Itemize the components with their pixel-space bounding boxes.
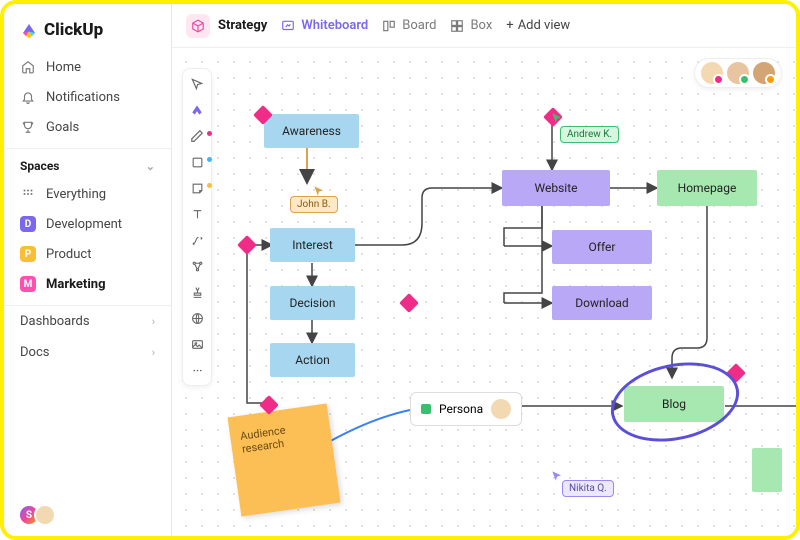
node-interest[interactable]: Interest [270,228,355,262]
user-tag-nikita: Nikita Q. [562,480,614,497]
web-tool[interactable] [188,309,206,327]
whiteboard-canvas[interactable]: .av:nth-child(1)::after{background:#ef2d… [172,48,796,536]
nav-goals[interactable]: Goals [4,112,171,142]
connector-handle[interactable] [399,293,419,313]
topbar: Strategy Whiteboard Board Box + Add view [172,4,796,48]
node-partial[interactable] [752,448,782,492]
node-website[interactable]: Website [502,170,610,206]
sticky-color-dot [207,183,212,188]
section-dashboards-label: Dashboards [20,314,90,329]
view-board[interactable]: Board [382,18,436,33]
clickup-tool[interactable] [188,101,206,119]
space-everything[interactable]: Everything [4,179,171,209]
node-action[interactable]: Action [270,343,355,377]
section-dashboards[interactable]: Dashboards › [4,305,171,337]
pen-color-dot [207,131,212,136]
nav-goals-label: Goals [46,120,79,135]
logo[interactable]: ClickUp [4,16,171,52]
section-docs[interactable]: Docs › [4,337,171,368]
presence-stack[interactable]: S [18,504,56,526]
node-decision[interactable]: Decision [270,286,355,320]
more-tool[interactable] [188,361,206,379]
plus-icon: + [506,18,513,33]
spaces-header[interactable]: Spaces ⌄ [4,148,171,179]
breadcrumb-label: Strategy [218,18,267,33]
space-development-badge: D [20,216,36,232]
section-docs-label: Docs [20,345,49,360]
add-view-label: Add view [518,18,571,33]
cube-icon [186,14,210,38]
nav-notifications-label: Notifications [46,90,120,105]
nav-notifications[interactable]: Notifications [4,82,171,112]
space-marketing-badge: M [20,276,36,292]
connector-tool[interactable] [188,231,206,249]
cursor-nikita [550,468,562,480]
view-box-label: Box [470,18,492,33]
persona-avatar [491,399,511,419]
sticky-note[interactable]: Audience research [228,404,341,517]
space-everything-label: Everything [46,187,106,202]
stamp-tool[interactable] [188,283,206,301]
brand-name: ClickUp [44,20,103,40]
chevron-right-icon: › [152,315,155,328]
persona-status-dot [421,404,431,414]
whiteboard-icon [281,19,295,33]
clickup-logo-icon [20,21,38,39]
connector-handle[interactable] [237,235,257,255]
avatar: .av:nth-child(2)::after{background:#3bbf… [727,62,749,84]
shape-tool[interactable] [188,153,206,171]
avatar: .av:nth-child(1)::after{background:#ef2d… [701,62,723,84]
view-whiteboard-label: Whiteboard [301,18,368,33]
space-marketing[interactable]: M Marketing [4,269,171,299]
canvas-toolbar [182,68,212,386]
view-box[interactable]: Box [450,18,492,33]
node-homepage[interactable]: Homepage [657,170,757,206]
spaces-header-label: Spaces [20,159,59,173]
presence-avatar [34,504,56,526]
chevron-right-icon: › [152,346,155,359]
cursor-andrew [550,110,562,122]
space-development-label: Development [46,217,122,232]
space-product-label: Product [46,247,91,262]
main: Strategy Whiteboard Board Box + Add view [172,4,796,536]
space-marketing-label: Marketing [46,277,106,292]
chevron-down-icon: ⌄ [146,160,155,173]
relationship-tool[interactable] [188,257,206,275]
node-persona[interactable]: Persona [410,392,522,426]
node-offer[interactable]: Offer [552,230,652,264]
pen-tool[interactable] [188,127,206,145]
bell-icon [20,89,36,105]
breadcrumb[interactable]: Strategy [186,14,267,38]
user-tag-john: John B. [290,196,338,213]
nav-home[interactable]: Home [4,52,171,82]
box-icon [450,19,464,33]
sticky-tool[interactable] [188,179,206,197]
board-icon [382,19,396,33]
trophy-icon [20,119,36,135]
collaborator-avatars[interactable]: .av:nth-child(1)::after{background:#ef2d… [694,58,782,88]
avatar: .av:nth-child(3)::after{background:#f59e… [753,62,775,84]
persona-label: Persona [439,402,483,416]
text-tool[interactable] [188,205,206,223]
view-board-label: Board [402,18,436,33]
shape-color-dot [207,157,212,162]
home-icon [20,59,36,75]
node-download[interactable]: Download [552,286,652,320]
space-product[interactable]: P Product [4,239,171,269]
sidebar: ClickUp Home Notifications Goals Spaces … [4,4,172,536]
select-tool[interactable] [188,75,206,93]
image-tool[interactable] [188,335,206,353]
user-tag-andrew: Andrew K. [560,126,619,143]
node-blog[interactable]: Blog [624,386,724,422]
add-view-button[interactable]: + Add view [506,18,570,33]
connector-handle[interactable] [726,363,746,383]
space-product-badge: P [20,246,36,262]
node-awareness[interactable]: Awareness [264,114,359,148]
cursor-john [312,183,324,195]
space-development[interactable]: D Development [4,209,171,239]
grid-icon [20,186,36,202]
view-whiteboard[interactable]: Whiteboard [281,18,368,33]
nav-home-label: Home [46,60,81,75]
